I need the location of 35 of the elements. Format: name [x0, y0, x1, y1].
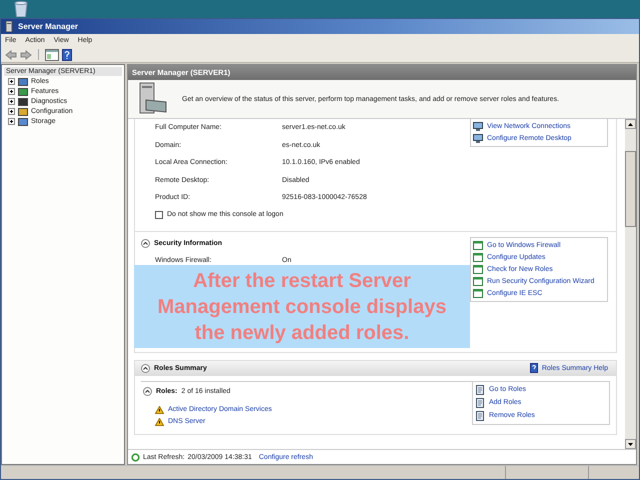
- document-icon: [475, 384, 485, 394]
- window-title: Server Manager: [18, 22, 78, 31]
- server-icon: [5, 21, 14, 32]
- collapse-icon[interactable]: [143, 387, 152, 396]
- document-icon: [475, 398, 485, 408]
- expander-icon[interactable]: [8, 88, 15, 94]
- warning-icon: [155, 418, 164, 426]
- refresh-icon[interactable]: [131, 452, 140, 462]
- expander-icon[interactable]: [8, 78, 15, 84]
- window-icon: [473, 288, 483, 298]
- scroll-thumb[interactable]: [625, 151, 636, 227]
- scrollbar[interactable]: [625, 119, 636, 449]
- forward-arrow-icon[interactable]: [20, 50, 32, 60]
- scroll-down-icon[interactable]: [628, 442, 633, 446]
- window-icon: [473, 276, 483, 286]
- checkbox[interactable]: [155, 210, 163, 218]
- collapse-icon[interactable]: [141, 364, 150, 372]
- monitor-icon: [473, 134, 483, 143]
- expander-icon[interactable]: [8, 98, 15, 104]
- warning-icon: [155, 406, 164, 414]
- callout-banner: After the restart Server Management console displays the newly added roles.: [134, 265, 470, 348]
- back-arrow-icon[interactable]: [5, 50, 17, 60]
- expander-icon[interactable]: [8, 108, 15, 114]
- monitor-icon: [473, 122, 483, 131]
- help-icon[interactable]: [62, 48, 72, 60]
- collapse-icon[interactable]: [141, 239, 150, 248]
- expander-icon[interactable]: [8, 118, 15, 124]
- scroll-up-icon[interactable]: [628, 122, 633, 126]
- window-icon: [473, 264, 483, 274]
- help-icon: [530, 363, 538, 373]
- document-icon: [475, 410, 485, 420]
- recycle-bin-icon[interactable]: [14, 1, 28, 17]
- window-icon: [473, 252, 483, 262]
- window-icon: [473, 240, 483, 250]
- console-tree-icon[interactable]: [45, 48, 59, 60]
